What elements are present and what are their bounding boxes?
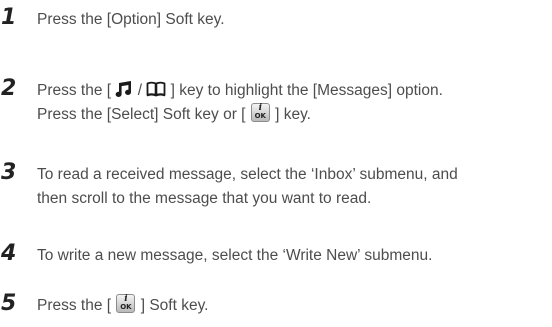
text-fragment: ] Soft key. [136,297,209,314]
step-line: Press the [ / ] key to highlight the [Me… [37,79,549,103]
ok-key-glyph-bottom: OK [254,112,266,121]
step-line: Press the [ i OK ] Soft key. [37,294,549,318]
step-number: 3 [1,160,17,185]
step-line: then scroll to the message that you want… [37,190,372,207]
step-text: Press the [Option] Soft key. [37,8,549,32]
step-number: 5 [1,291,17,316]
info-ok-key-icon: i OK [116,294,136,314]
text-fragment: Press the [ [37,297,116,314]
step-text: To write a new message, select the ‘Writ… [37,244,549,268]
step-number: 2 [1,76,17,101]
step-line: Press the [Select] Soft key or [ i OK ] k… [37,103,549,127]
step-line: Press the [Option] Soft key. [37,11,225,28]
step-text: Press the [ / ] key to highlight the [Me… [37,79,549,127]
step-number: 4 [1,241,17,266]
step-text: Press the [ i OK ] Soft key. [37,294,549,318]
info-ok-key-icon: i OK [250,103,270,123]
music-note-icon [116,80,132,97]
step-text: To read a received message, select the ‘… [37,163,549,211]
step-line: To write a new message, select the ‘Writ… [37,247,433,264]
text-fragment: Press the [ [37,82,116,99]
step-line: To read a received message, select the ‘… [37,166,458,183]
text-fragment: Press the [Select] Soft key or [ [37,106,250,123]
text-fragment: ] key to highlight the [Messages] option… [166,82,443,99]
instruction-steps: 1 Press the [Option] Soft key. 2 Press t… [0,0,552,327]
step-number: 1 [1,5,17,30]
open-book-icon [146,81,166,97]
ok-key-glyph-bottom: OK [120,303,132,312]
text-fragment: ] key. [270,106,311,123]
text-fragment: / [133,82,147,99]
